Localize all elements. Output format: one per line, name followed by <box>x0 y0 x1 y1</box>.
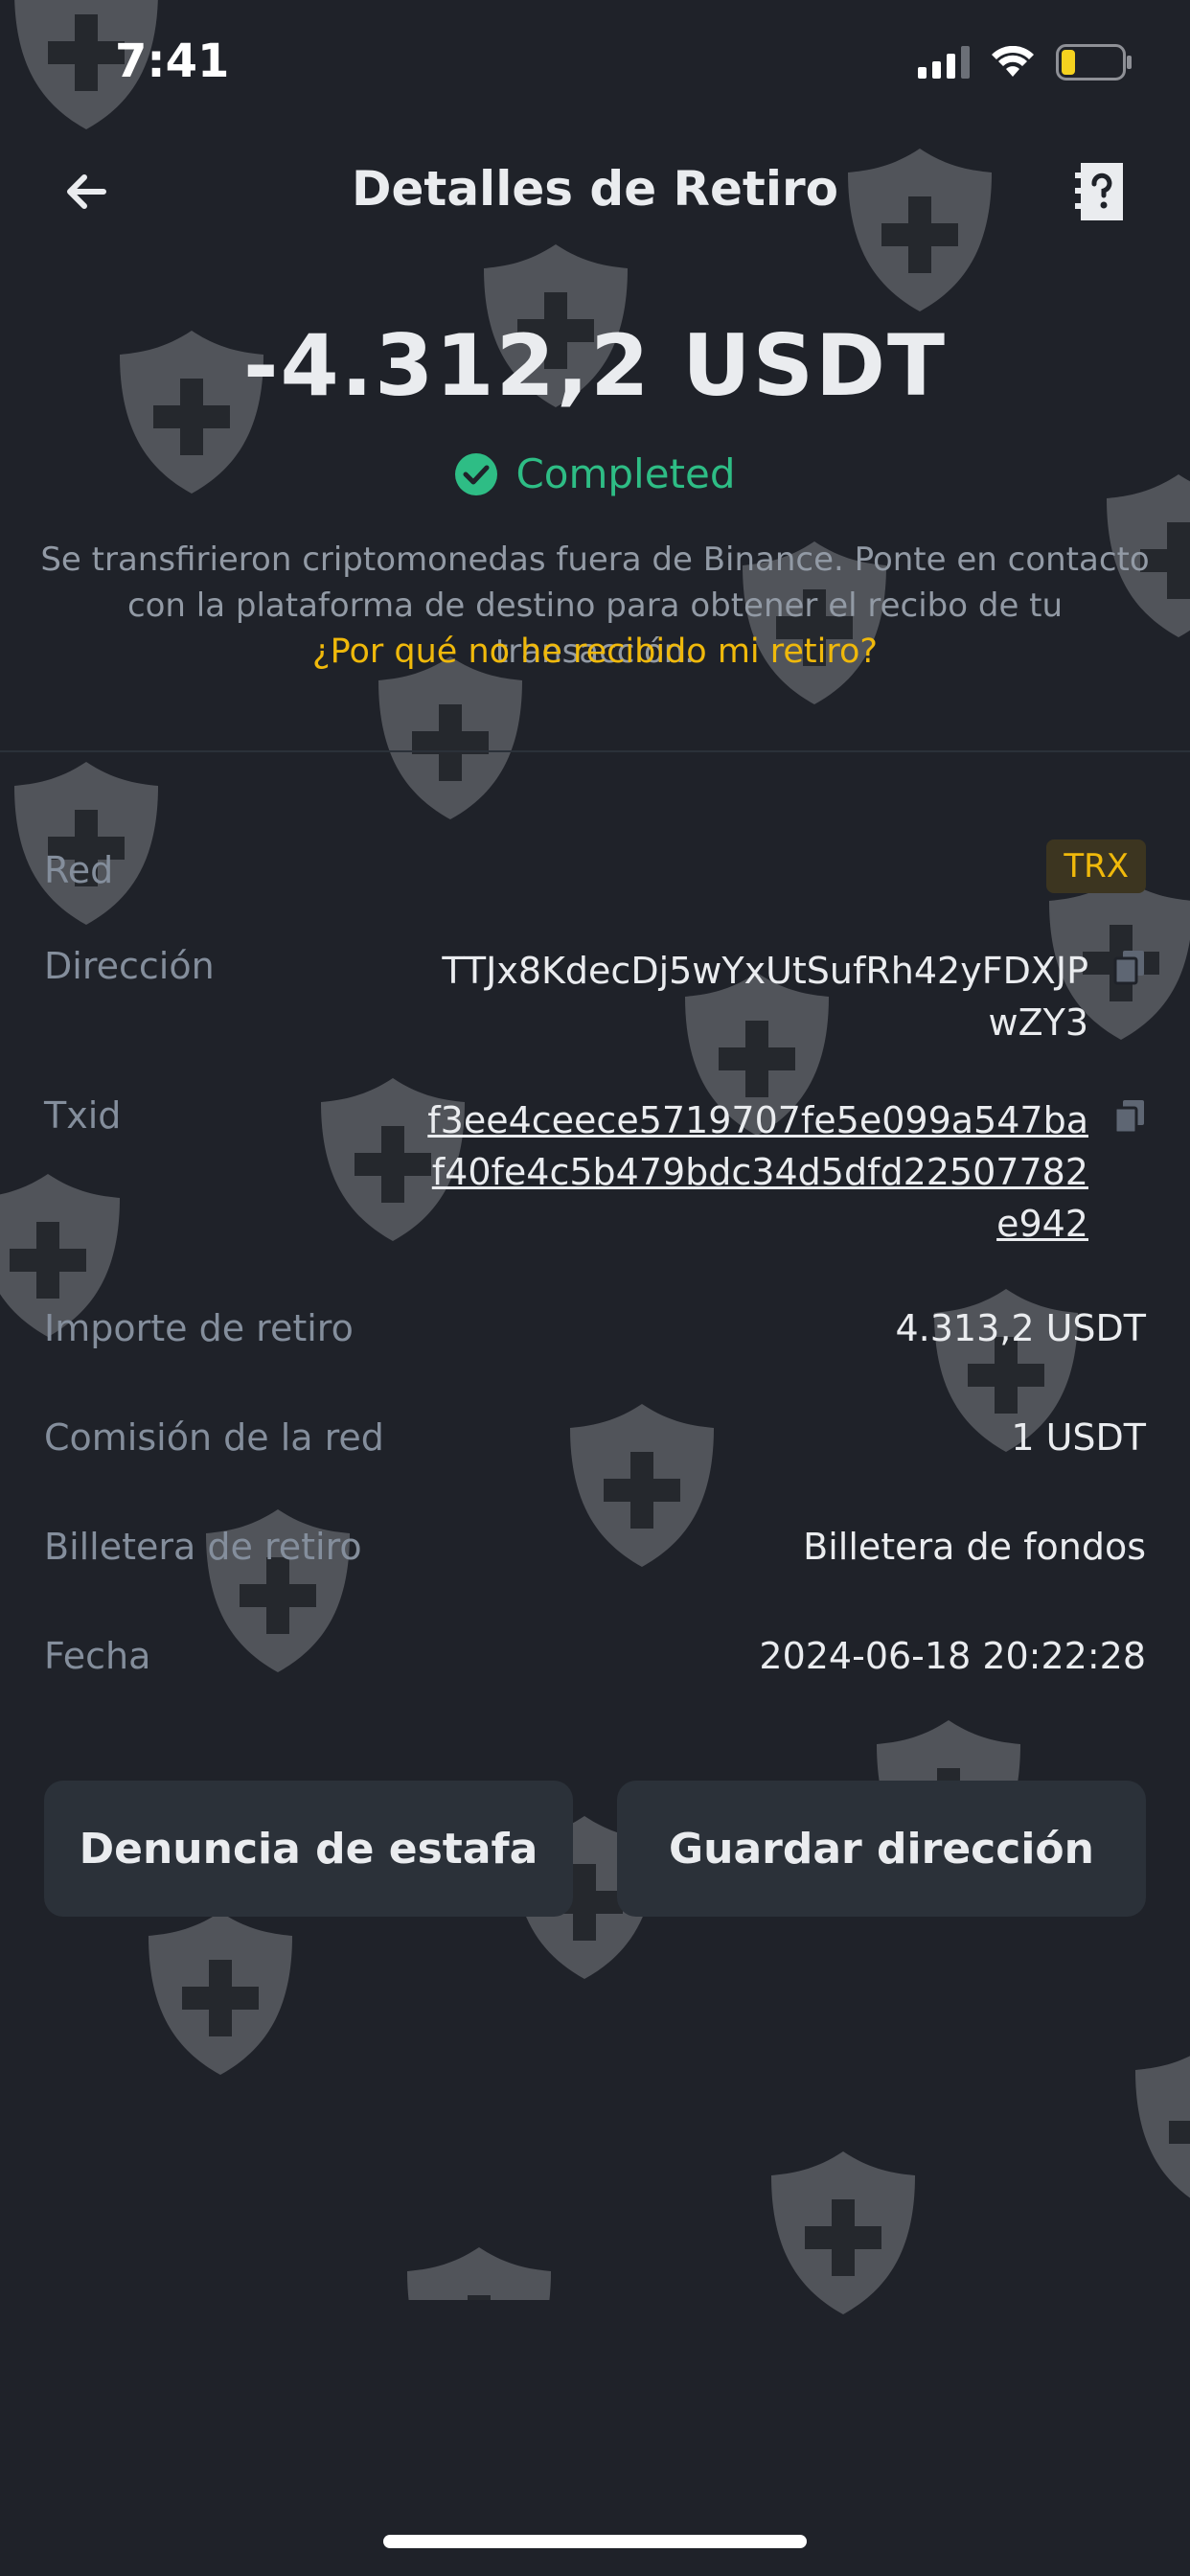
wallet-value: Billetera de fondos <box>803 1526 1146 1568</box>
watermark-shield-icon <box>402 2242 556 2300</box>
status-time: 7:41 <box>115 34 230 88</box>
date-value: 2024-06-18 20:22:28 <box>759 1635 1146 1677</box>
amount-value: 4.313,2 USDT <box>895 1307 1146 1349</box>
address-label: Dirección <box>44 945 215 987</box>
copy-icon <box>1113 1100 1144 1135</box>
home-indicator[interactable] <box>383 2535 807 2548</box>
not-received-link[interactable]: ¿Por qué no he recibido mi retiro? <box>0 632 1190 671</box>
copy-txid-button[interactable] <box>1113 1098 1146 1135</box>
status-icons <box>918 44 1133 80</box>
network-badge: TRX <box>1046 840 1146 893</box>
copy-icon <box>1113 951 1144 985</box>
status-text: Completed <box>515 450 736 497</box>
check-circle-icon <box>455 452 498 495</box>
wallet-label: Billetera de retiro <box>44 1526 362 1568</box>
status-bar: 7:41 <box>0 0 1190 129</box>
watermark-shield-icon <box>374 652 527 824</box>
watermark-shield-icon <box>767 2147 920 2319</box>
header: Detalles de Retiro <box>0 144 1190 240</box>
fee-label: Comisión de la red <box>44 1416 384 1459</box>
page-title: Detalles de Retiro <box>352 161 838 217</box>
help-document-button[interactable] <box>1073 159 1131 224</box>
withdrawal-details-screen: 7:41 Detalles de Retiro -4.312,2 USDT Co… <box>0 0 1190 2576</box>
amount-label: Importe de retiro <box>44 1307 354 1349</box>
divider <box>0 750 1190 752</box>
report-scam-button[interactable]: Denuncia de estafa <box>44 1781 573 1917</box>
watermark-shield-icon <box>144 1907 297 2080</box>
watermark-shield-icon <box>1131 2041 1190 2214</box>
battery-icon <box>1056 44 1132 80</box>
address-value: TTJx8KdecDj5wYxUtSufRh42yFDXJPwZY3 <box>442 950 1088 1044</box>
date-label: Fecha <box>44 1635 151 1677</box>
help-document-icon <box>1075 163 1123 220</box>
network-label: Red <box>44 849 114 891</box>
save-address-button[interactable]: Guardar dirección <box>617 1781 1146 1917</box>
wifi-icon <box>992 46 1034 77</box>
copy-address-button[interactable] <box>1113 949 1146 985</box>
fee-value: 1 USDT <box>1011 1416 1146 1459</box>
txid-link[interactable]: f3ee4ceece5719707fe5e099a547baf40fe4c5b4… <box>418 1094 1088 1250</box>
cellular-signal-icon <box>918 46 970 79</box>
status-row: Completed <box>0 450 1190 497</box>
withdrawal-amount: -4.312,2 USDT <box>242 316 948 415</box>
watermark-shield-icon <box>10 757 163 930</box>
txid-label: Txid <box>44 1094 122 1137</box>
watermark-shield-icon <box>565 1399 719 1572</box>
